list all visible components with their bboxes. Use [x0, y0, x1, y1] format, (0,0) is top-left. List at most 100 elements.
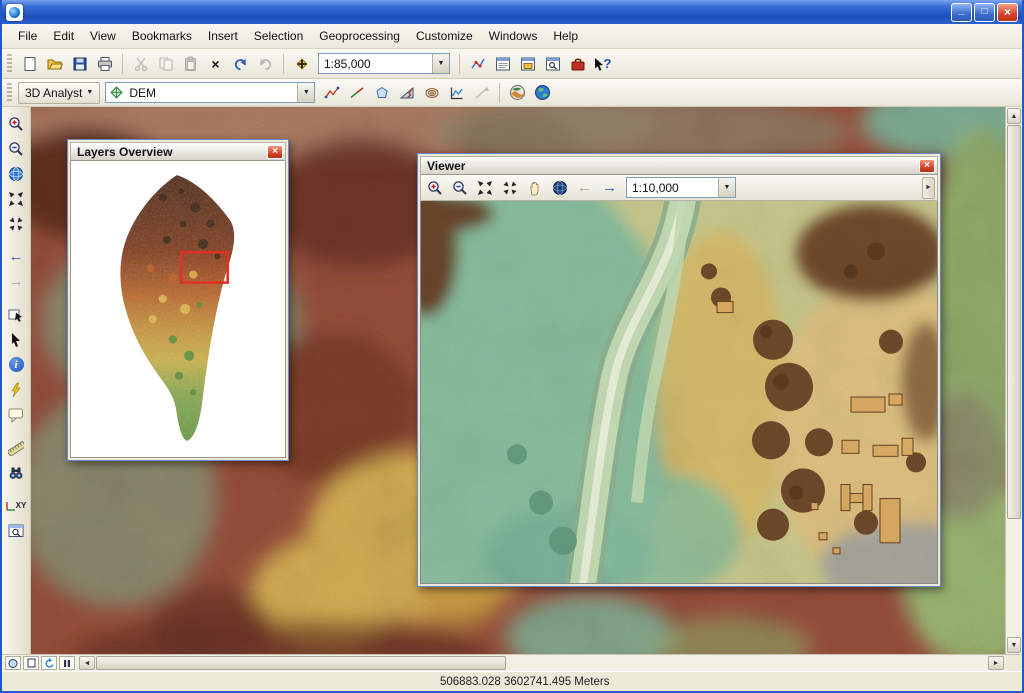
copy-icon[interactable] — [154, 52, 177, 75]
close-icon[interactable]: × — [919, 159, 935, 173]
viewer-full-extent-icon[interactable] — [548, 176, 571, 199]
layers-overview-titlebar[interactable]: Layers Overview × — [70, 142, 286, 161]
menu-file[interactable]: File — [10, 26, 45, 46]
menu-geoprocessing[interactable]: Geoprocessing — [311, 26, 408, 46]
undo-icon[interactable] — [229, 52, 252, 75]
catalog-icon[interactable] — [516, 52, 539, 75]
measure-icon[interactable] — [4, 436, 28, 459]
layer-combo[interactable]: DEM ▼ — [105, 82, 315, 103]
redo-icon[interactable] — [254, 52, 277, 75]
viewer-back-icon[interactable]: ← — [573, 176, 596, 199]
full-extent-icon[interactable] — [4, 162, 28, 185]
select-elements-icon[interactable] — [4, 328, 28, 351]
menu-help[interactable]: Help — [545, 26, 586, 46]
whats-this-help-icon[interactable]: ? — [591, 52, 614, 75]
viewer-map-canvas[interactable] — [421, 201, 937, 583]
viewer-fixed-zoom-out-icon[interactable] — [498, 176, 521, 199]
select-features-icon[interactable] — [4, 303, 28, 326]
hyperlink-icon[interactable] — [4, 378, 28, 401]
interpolate-line-icon[interactable] — [320, 81, 343, 104]
vertical-scroll-thumb[interactable] — [1007, 125, 1021, 519]
analyst-dropdown-label: 3D Analyst — [25, 86, 82, 100]
data-view-button[interactable] — [5, 656, 21, 670]
close-icon[interactable]: × — [267, 145, 283, 159]
tools-toolbar: ← → i XY — [2, 107, 31, 654]
menu-windows[interactable]: Windows — [481, 26, 546, 46]
refresh-view-button[interactable] — [41, 656, 57, 670]
line-of-sight-icon[interactable] — [345, 81, 368, 104]
viewer-pan-icon[interactable] — [523, 176, 546, 199]
arcscene-icon[interactable] — [506, 81, 529, 104]
analyst-dropdown-button[interactable]: 3D Analyst ▼ — [18, 82, 100, 104]
find-icon[interactable] — [4, 461, 28, 484]
chevron-down-icon[interactable]: ▼ — [432, 54, 449, 73]
extent-indicator[interactable] — [181, 252, 228, 282]
profile-graph-icon[interactable] — [445, 81, 468, 104]
html-popup-icon[interactable] — [4, 403, 28, 426]
paste-icon[interactable] — [179, 52, 202, 75]
print-button[interactable] — [93, 52, 116, 75]
layer-combo-value: DEM — [124, 86, 161, 100]
minimize-button[interactable]: _ — [951, 3, 972, 22]
menu-customize[interactable]: Customize — [408, 26, 481, 46]
viewer-forward-icon[interactable]: → — [598, 176, 621, 199]
interpolate-polygon-icon[interactable] — [370, 81, 393, 104]
contour-icon[interactable] — [420, 81, 443, 104]
search-icon[interactable] — [541, 52, 564, 75]
back-extent-icon[interactable]: ← — [4, 245, 28, 268]
toolbar-grip[interactable] — [7, 54, 12, 74]
toolbox-icon[interactable] — [566, 52, 589, 75]
scroll-right-icon[interactable]: ► — [988, 656, 1004, 670]
toolbar-overflow-icon[interactable]: ► — [922, 177, 935, 199]
viewer-titlebar[interactable]: Viewer × — [420, 156, 938, 175]
arcglobe-icon[interactable] — [531, 81, 554, 104]
viewer-fixed-zoom-in-icon[interactable] — [473, 176, 496, 199]
menu-insert[interactable]: Insert — [200, 26, 246, 46]
go-to-xy-icon[interactable]: XY — [4, 494, 28, 517]
viewer-map[interactable] — [420, 201, 938, 584]
close-button[interactable]: × — [997, 3, 1018, 22]
map-scale-combo[interactable]: 1:85,000 ▼ — [318, 53, 450, 74]
delete-icon[interactable]: × — [204, 52, 227, 75]
horizontal-scrollbar[interactable]: ◄ ► — [78, 655, 1005, 671]
viewer-zoom-in-icon[interactable] — [423, 176, 446, 199]
map-area[interactable]: Layers Overview × — [31, 107, 1005, 654]
vertical-scrollbar[interactable]: ▲ ▼ — [1005, 107, 1022, 654]
scroll-up-icon[interactable]: ▲ — [1007, 108, 1021, 124]
title-bar[interactable]: _ □ × — [2, 0, 1022, 24]
pause-drawing-button[interactable] — [59, 656, 75, 670]
fixed-zoom-out-icon[interactable] — [4, 212, 28, 235]
table-of-contents-icon[interactable] — [491, 52, 514, 75]
menu-bookmarks[interactable]: Bookmarks — [124, 26, 200, 46]
menu-view[interactable]: View — [82, 26, 124, 46]
viewer-zoom-out-icon[interactable] — [448, 176, 471, 199]
viewer-scale-combo[interactable]: 1:10,000 ▼ — [626, 177, 736, 198]
fixed-zoom-in-icon[interactable] — [4, 187, 28, 210]
layout-view-button[interactable] — [23, 656, 39, 670]
zoom-in-icon[interactable] — [4, 112, 28, 135]
menu-edit[interactable]: Edit — [45, 26, 82, 46]
maximize-button[interactable]: □ — [974, 3, 995, 22]
cut-icon[interactable] — [129, 52, 152, 75]
chevron-down-icon[interactable]: ▼ — [718, 178, 735, 197]
add-data-button[interactable] — [290, 52, 313, 75]
scroll-down-icon[interactable]: ▼ — [1007, 637, 1021, 653]
interpolate-points-icon[interactable] — [470, 81, 493, 104]
map-scale-value: 1:85,000 — [319, 57, 376, 71]
zoom-out-icon[interactable] — [4, 137, 28, 160]
identify-icon[interactable]: i — [4, 353, 28, 376]
scroll-left-icon[interactable]: ◄ — [79, 656, 95, 670]
forward-extent-icon[interactable]: → — [4, 270, 28, 293]
steepest-path-icon[interactable] — [395, 81, 418, 104]
editor-toolbar-icon[interactable] — [466, 52, 489, 75]
overview-map-canvas[interactable] — [90, 167, 266, 451]
chevron-down-icon[interactable]: ▼ — [297, 83, 314, 102]
save-button[interactable] — [68, 52, 91, 75]
layers-overview-map[interactable] — [70, 161, 286, 458]
create-viewer-window-icon[interactable] — [4, 519, 28, 542]
horizontal-scroll-thumb[interactable] — [96, 656, 506, 670]
new-document-button[interactable] — [18, 52, 41, 75]
menu-selection[interactable]: Selection — [246, 26, 311, 46]
open-button[interactable] — [43, 52, 66, 75]
toolbar-grip[interactable] — [7, 83, 12, 103]
